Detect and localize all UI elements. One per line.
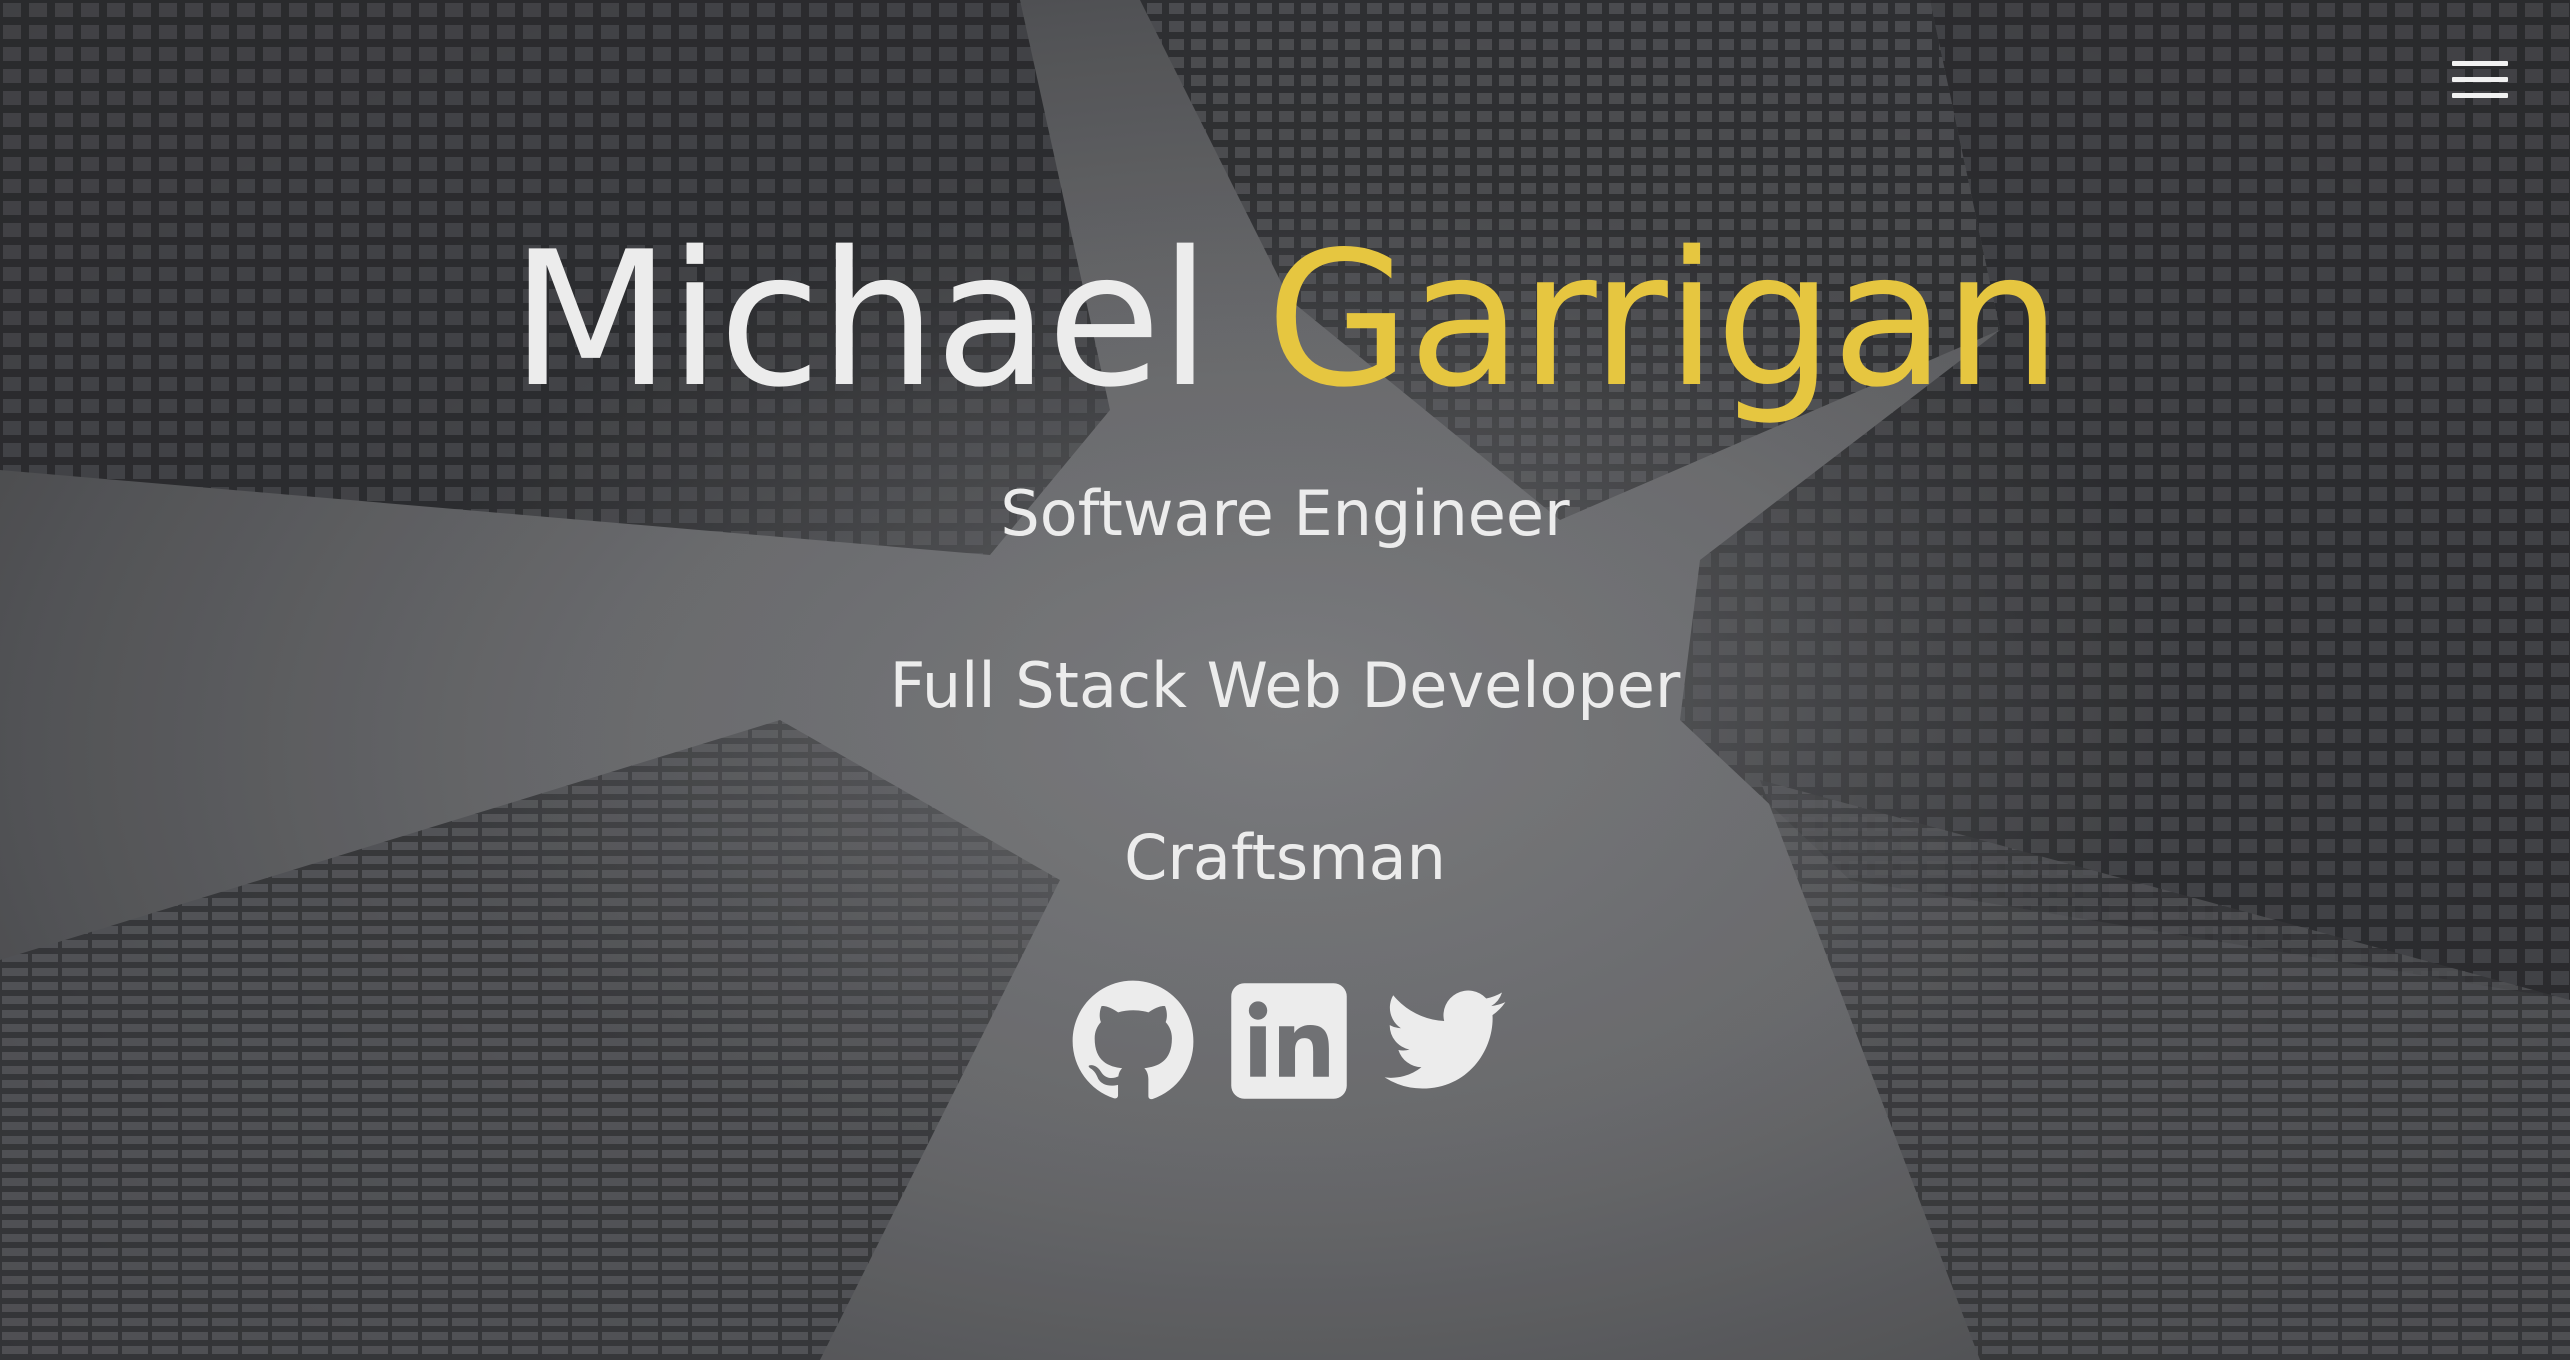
social-links — [1070, 978, 1510, 1104]
subtitle-craftsman: Craftsman — [1124, 821, 1446, 894]
subtitle-software-engineer: Software Engineer — [1000, 477, 1570, 550]
hero-content: Michael Garrigan Software Engineer Full … — [0, 0, 2570, 1360]
twitter-link[interactable] — [1382, 978, 1508, 1104]
last-name: Garrigan — [1266, 211, 2061, 428]
github-icon — [1072, 980, 1194, 1100]
first-name: Michael — [510, 211, 1211, 428]
linkedin-link[interactable] — [1226, 978, 1352, 1104]
subtitle-full-stack-developer: Full Stack Web Developer — [889, 649, 1681, 722]
linkedin-icon — [1231, 983, 1347, 1099]
hero-section: Michael Garrigan Software Engineer Full … — [0, 0, 2570, 1360]
twitter-icon — [1384, 990, 1506, 1089]
github-link[interactable] — [1070, 978, 1196, 1104]
page-title: Michael Garrigan — [0, 210, 2570, 430]
